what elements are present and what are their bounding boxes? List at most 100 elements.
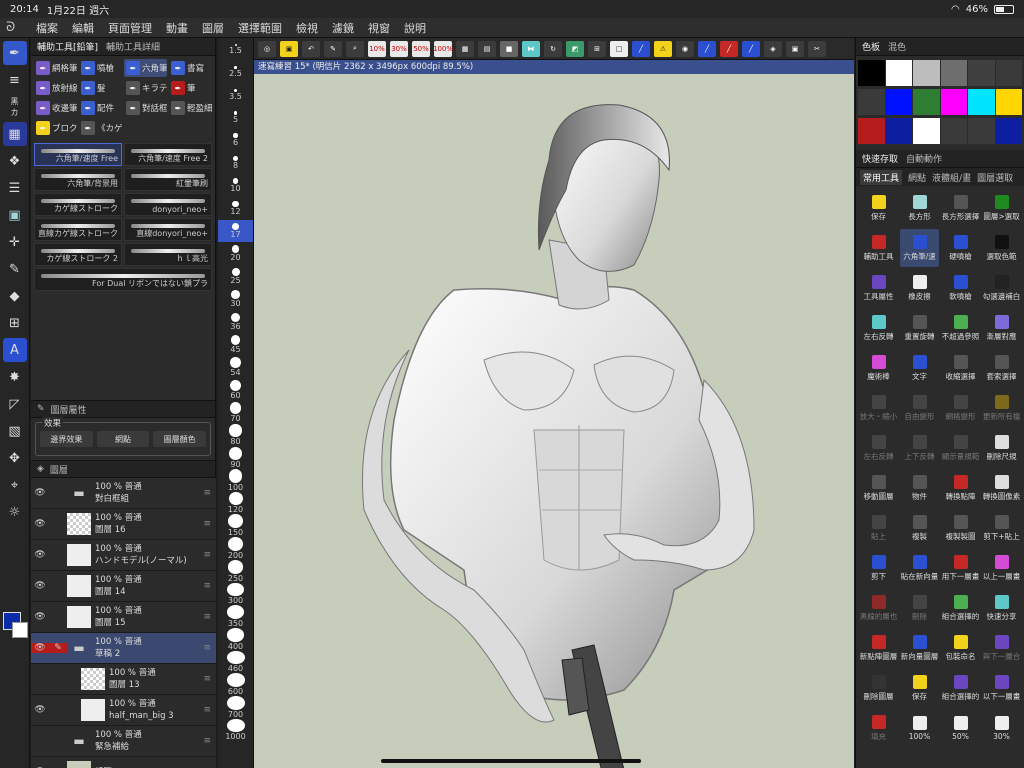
quick-access-item[interactable]: 刪除尺規: [982, 429, 1021, 467]
color-swatch[interactable]: [995, 60, 1022, 86]
app-logo-icon[interactable]: ᘐ: [6, 20, 22, 36]
brush-item[interactable]: 直線カゲ線ストローク: [34, 218, 122, 241]
brush-item[interactable]: 六角筆/背景用: [34, 168, 122, 191]
brush-size-item[interactable]: 54: [218, 356, 253, 379]
quick-access-item[interactable]: 新點陣圖層: [859, 629, 898, 667]
menu-layer[interactable]: 圖層: [202, 20, 224, 36]
quick-access-item[interactable]: 長方形選擇: [941, 189, 980, 227]
tab-subtool[interactable]: 輔助工具[鉛筆]: [37, 40, 98, 53]
canvas[interactable]: 速寫練習 15* (明信片 2362 x 3496px 600dpi 89.5%…: [254, 60, 854, 768]
quick-access-item[interactable]: 保存: [900, 669, 939, 707]
subtool-item[interactable]: ✒ ブロク: [34, 119, 77, 137]
save-icon[interactable]: ▣: [280, 40, 298, 57]
menu-help[interactable]: 說明: [404, 20, 426, 36]
blend-tool-icon[interactable]: ❖: [3, 149, 27, 173]
color-swatch[interactable]: [940, 60, 967, 86]
quick-access-item[interactable]: 網格變形: [941, 389, 980, 427]
brush-icon[interactable]: ╱: [698, 40, 716, 57]
color-swatch[interactable]: [913, 89, 940, 115]
brush-size-item[interactable]: 3.5: [218, 83, 253, 106]
menu-page[interactable]: 頁面管理: [108, 20, 152, 36]
subtool-item[interactable]: ✒ 噴槍: [79, 59, 122, 77]
color-swatch[interactable]: [858, 60, 885, 86]
gradient-tool-icon[interactable]: ▧: [3, 419, 27, 443]
tab-layer[interactable]: 圖層: [50, 463, 68, 476]
frame-tool-icon[interactable]: ⊞: [3, 311, 27, 335]
quick-access-item[interactable]: 左右反轉: [859, 309, 898, 347]
quick-access-item[interactable]: 左右反轉: [859, 429, 898, 467]
brush-size-item[interactable]: 600: [218, 673, 253, 696]
subtool-item[interactable]: ✒ 髮: [79, 79, 122, 97]
quick-access-item[interactable]: 物件: [900, 469, 939, 507]
sparkle-tool-icon[interactable]: ✸: [3, 365, 27, 389]
quick-set-tab[interactable]: 圖層選取: [977, 171, 1013, 184]
quick-access-item[interactable]: 複製: [900, 509, 939, 547]
brush-size-item[interactable]: 17: [218, 219, 253, 243]
quick-access-item[interactable]: 轉換圖像素: [982, 469, 1021, 507]
brush-size-item[interactable]: 30: [218, 288, 253, 311]
quick-set-tab[interactable]: 液體組/畫: [932, 171, 971, 184]
subtool-item[interactable]: ✒ 六角筆: [124, 59, 167, 77]
layer-menu-icon[interactable]: ≡: [203, 488, 211, 498]
rect-tool-icon[interactable]: ▣: [3, 203, 27, 227]
subtool-item[interactable]: ✒ 書寫: [169, 59, 212, 77]
layer-row[interactable]: 👁 ✎ ▬ 100 % 普通 草稿 2 ≡: [31, 633, 216, 664]
text-tool-icon[interactable]: A: [2, 338, 27, 362]
color-swatch[interactable]: [940, 89, 967, 115]
color-swatch[interactable]: [885, 60, 912, 86]
brush-item[interactable]: 直線donyori_neo+: [124, 218, 212, 241]
fill-icon[interactable]: ■: [500, 40, 518, 57]
layer-eye-icon[interactable]: 👁: [31, 581, 49, 591]
quick-set-tab[interactable]: 網點: [908, 171, 926, 184]
quick-access-item[interactable]: 黑線的層也: [859, 589, 898, 627]
quick-access-item[interactable]: 六角筆/速: [900, 229, 939, 267]
transform-tool-icon[interactable]: ✥: [3, 446, 27, 470]
brush-size-item[interactable]: 80: [218, 424, 253, 447]
undo-icon[interactable]: ↶: [302, 40, 320, 57]
layer-eye-icon[interactable]: 👁: [31, 705, 49, 715]
lasso-tool-icon[interactable]: ⌖: [3, 473, 27, 497]
menu-view[interactable]: 檢視: [296, 20, 318, 36]
home-indicator[interactable]: [381, 759, 641, 763]
quick-access-item[interactable]: 圖層>選取: [982, 189, 1021, 227]
quick-access-item[interactable]: 硬噴槍: [941, 229, 980, 267]
quick-access-item[interactable]: 新向量圖層: [900, 629, 939, 667]
quick-access-item[interactable]: 不超過參照: [941, 309, 980, 347]
layer-eye-icon[interactable]: 👁: [31, 643, 49, 653]
grid-icon[interactable]: ▦: [456, 40, 474, 57]
layer-row[interactable]: 👁 100 % 普通 ハンドモデル(ノーマル) ≡: [31, 540, 216, 571]
layer-eye-icon[interactable]: 👁: [31, 550, 49, 560]
color-swatch[interactable]: [995, 118, 1022, 144]
quick-access-item[interactable]: 剪下+貼上: [982, 509, 1021, 547]
layer-menu-icon[interactable]: ≡: [203, 519, 211, 529]
color-swatch[interactable]: [885, 89, 912, 115]
quick-access-item[interactable]: 重置旋轉: [900, 309, 939, 347]
brush-size-item[interactable]: 12: [218, 197, 253, 220]
brush-item[interactable]: For Dual リボンではない鎖プラ: [34, 268, 212, 291]
menu-animation[interactable]: 動畫: [166, 20, 188, 36]
quick-access-item[interactable]: 上下反轉: [900, 429, 939, 467]
brush-size-item[interactable]: 400: [218, 627, 253, 651]
quick-access-item[interactable]: 50%: [941, 709, 980, 747]
menu-selection[interactable]: 選擇範圍: [238, 20, 282, 36]
quick-access-item[interactable]: 用下一層畫: [941, 549, 980, 587]
quick-access-item[interactable]: 移動圖層: [859, 469, 898, 507]
brush-size-item[interactable]: 45: [218, 333, 253, 356]
pencil-icon[interactable]: ╱: [632, 40, 650, 57]
brush-size-item[interactable]: 10: [218, 174, 253, 197]
quick-access-item[interactable]: 收縮選擇: [941, 349, 980, 387]
brush-size-item[interactable]: 200: [218, 537, 253, 560]
camera-icon[interactable]: ◉: [676, 40, 694, 57]
layer-pen-icon[interactable]: ✎: [49, 643, 67, 653]
brush-item[interactable]: ｈｌ高光: [124, 243, 212, 266]
brush-size-item[interactable]: 2.5: [218, 61, 253, 84]
transform-icon[interactable]: ◩: [566, 40, 584, 57]
brush-size-item[interactable]: 70: [218, 401, 253, 424]
lines-tool-icon[interactable]: ☰: [3, 176, 27, 200]
pen-tool-icon[interactable]: ✒: [2, 41, 27, 65]
magic-tool-icon[interactable]: ☼: [3, 500, 27, 524]
layer-icon[interactable]: ▤: [478, 40, 496, 57]
layer-color-button[interactable]: 圖層顏色: [153, 431, 207, 447]
layer-menu-icon[interactable]: ≡: [203, 643, 211, 653]
brush-item[interactable]: 六角筆/速度 Free 2: [124, 143, 212, 166]
